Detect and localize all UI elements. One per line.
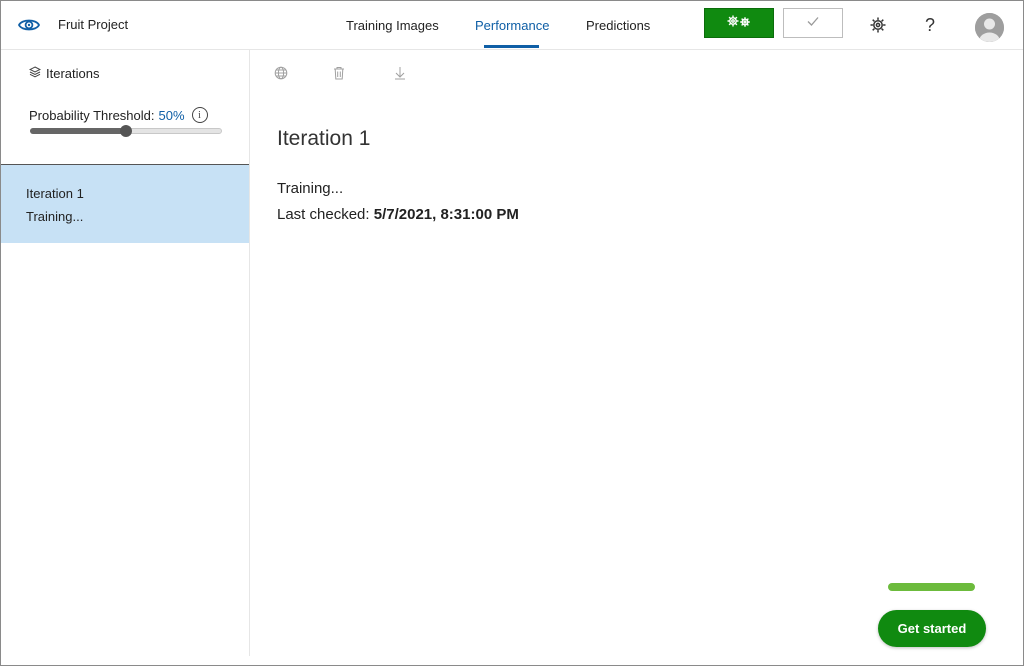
threshold-slider[interactable] [30, 125, 222, 137]
iterations-header: Iterations [28, 66, 100, 81]
iteration-list-item[interactable]: Iteration 1 Training... [1, 165, 249, 243]
iterations-label: Iterations [46, 66, 100, 81]
last-checked-value: 5/7/2021, 8:31:00 PM [373, 206, 519, 223]
top-bar: Fruit Project Training Images Performanc… [1, 1, 1023, 50]
last-checked: Last checked: 5/7/2021, 8:31:00 PM [277, 206, 519, 223]
help-icon: ? [924, 14, 935, 35]
layers-icon [28, 66, 42, 81]
help-button[interactable]: ? [918, 13, 942, 37]
settings-gear-icon[interactable] [866, 13, 890, 37]
gears-icon [726, 14, 752, 33]
iterations-sidebar: Iterations Probability Threshold: 50% i … [1, 50, 250, 656]
iteration-name: Iteration 1 [26, 186, 84, 201]
active-tab-indicator [484, 45, 539, 48]
slider-thumb[interactable] [120, 125, 132, 137]
info-icon[interactable]: i [191, 107, 208, 123]
threshold-value: 50% [158, 107, 185, 123]
tab-training-images[interactable]: Training Images [346, 18, 439, 33]
tab-performance[interactable]: Performance [475, 18, 549, 33]
last-checked-label: Last checked: [277, 206, 370, 223]
training-status: Training... [277, 180, 344, 197]
publish-globe-icon[interactable] [272, 64, 290, 82]
threshold-label: Probability Threshold: [29, 107, 155, 123]
get-started-button[interactable]: Get started [878, 610, 986, 647]
export-download-icon[interactable] [391, 64, 409, 82]
iteration-status: Training... [26, 209, 84, 224]
user-avatar[interactable] [975, 13, 1004, 42]
delete-trash-icon[interactable] [330, 64, 348, 82]
iteration-title: Iteration 1 [277, 127, 371, 150]
slider-fill [30, 128, 126, 134]
probability-threshold: Probability Threshold: 50% i [29, 107, 208, 123]
quick-test-button[interactable] [783, 8, 843, 38]
train-button[interactable] [704, 8, 774, 38]
eye-logo-icon[interactable] [17, 13, 41, 37]
tab-predictions[interactable]: Predictions [586, 18, 650, 33]
checkmark-icon [806, 14, 820, 32]
project-name: Fruit Project [58, 17, 129, 32]
progress-indicator [888, 583, 975, 591]
